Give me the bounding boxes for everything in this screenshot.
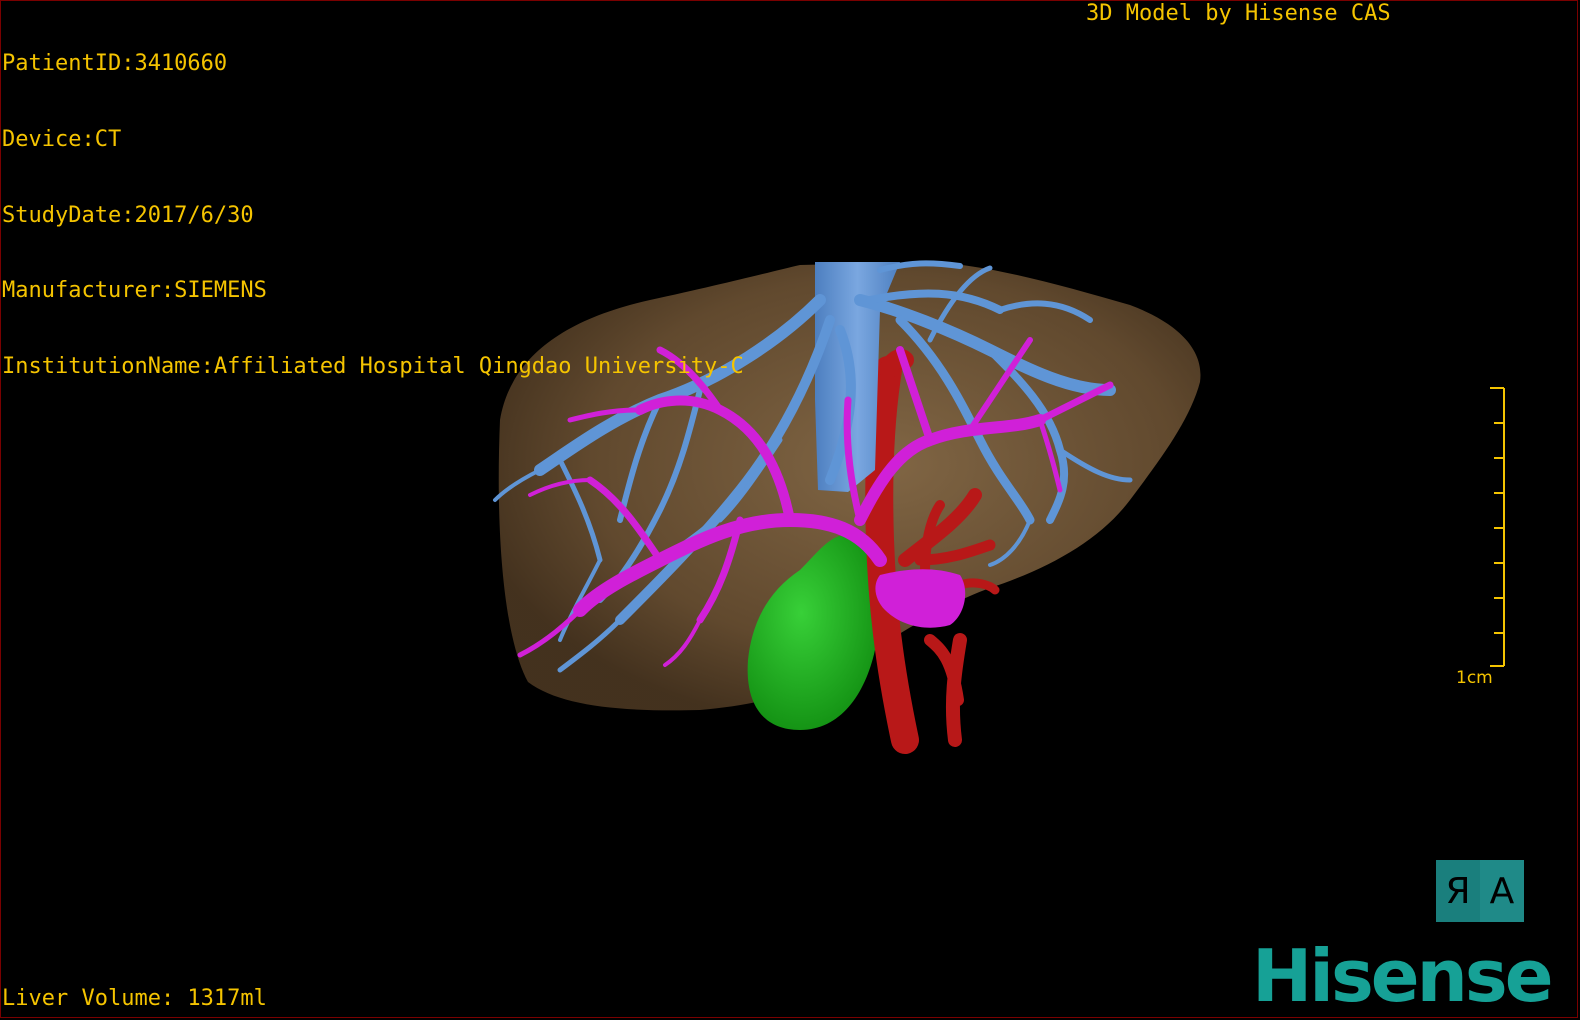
dicom-info-overlay: PatientID:3410660 Device:CT StudyDate:20…: [2, 1, 744, 404]
mirror-r-icon: Я: [1436, 860, 1480, 922]
patient-id-label: PatientID:3410660: [2, 51, 228, 77]
scale-bar-label: 1cm: [1456, 668, 1493, 688]
liver-volume-label: Liver Volume: 1317ml: [2, 986, 267, 1011]
hisense-logo: Hisense: [1252, 934, 1554, 1018]
study-date-label: StudyDate:2017/6/30: [2, 202, 254, 228]
letter-a-icon: A: [1489, 870, 1515, 912]
institution-label: InstitutionName:Affiliated Hospital Qing…: [2, 353, 744, 379]
scale-bar: [1490, 387, 1505, 667]
device-label: Device:CT: [2, 127, 122, 153]
model-title: 3D Model by Hisense CAS: [1086, 1, 1391, 26]
manufacturer-label: Manufacturer:SIEMENS: [2, 278, 267, 304]
orientation-toggle-button[interactable]: Я A: [1436, 860, 1524, 922]
